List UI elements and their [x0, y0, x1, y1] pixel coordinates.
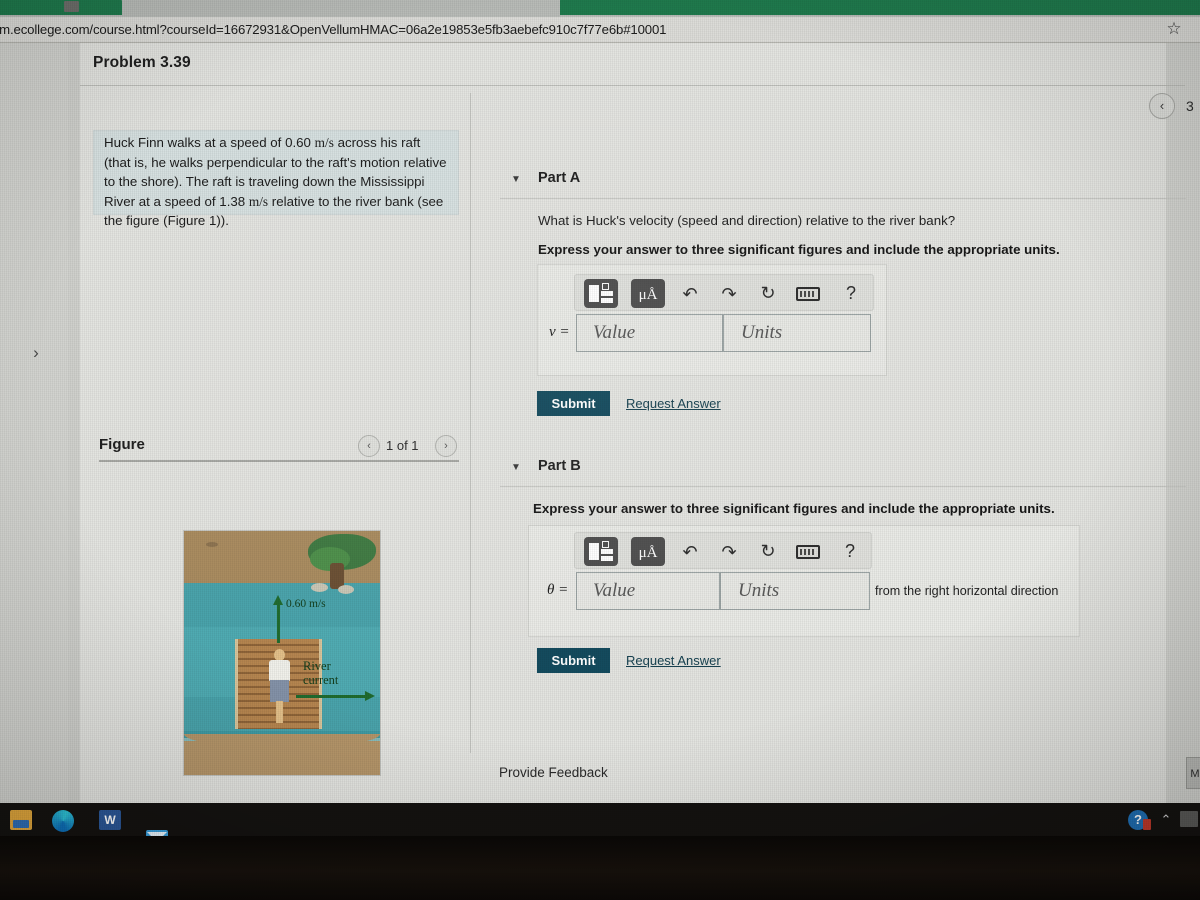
- figure-divider: [99, 460, 459, 462]
- figure-bank-rock-1: [311, 583, 328, 592]
- part-a-label: Part A: [538, 170, 581, 186]
- redo-icon[interactable]: ↷: [718, 281, 740, 307]
- part-a-value-placeholder: Value: [593, 322, 636, 343]
- figure-prev-button[interactable]: ‹: [358, 435, 380, 457]
- part-b-submit-button[interactable]: Submit: [537, 648, 610, 673]
- edge-browser-icon[interactable]: [52, 810, 74, 832]
- part-b-units-input[interactable]: Units: [720, 572, 870, 610]
- figure-current-label-line2: current: [303, 673, 339, 687]
- part-a-divider: [500, 198, 1186, 199]
- browser-tabstrip[interactable]: [0, 0, 1200, 17]
- screen-photo: um.ecollege.com/course.html?courseId=166…: [0, 0, 1200, 900]
- problem-unit-1: m/s: [314, 135, 334, 150]
- part-b-collapse-caret-icon[interactable]: ▼: [509, 461, 523, 475]
- laptop-bezel: hp: [0, 836, 1200, 900]
- reset-icon[interactable]: ↻: [757, 280, 779, 306]
- figure-current-label-line1: River: [303, 659, 331, 673]
- undo-icon[interactable]: ↶: [679, 539, 701, 565]
- problem-line-2: (that is, he walks perpendicular to the …: [104, 154, 400, 170]
- figure-bank-rock-2: [338, 585, 354, 594]
- problem-counter: 3: [1186, 98, 1194, 114]
- figure-counter: 1 of 1: [386, 438, 419, 453]
- figure-walk-velocity-arrow: [273, 595, 283, 643]
- browser-tab-right[interactable]: [560, 0, 1200, 15]
- part-a-collapse-caret-icon[interactable]: ▼: [509, 173, 523, 187]
- figure-heading: Figure: [99, 436, 145, 453]
- redo-icon[interactable]: ↷: [718, 539, 740, 565]
- word-icon[interactable]: W: [99, 810, 121, 830]
- part-b-units-placeholder: Units: [738, 580, 780, 601]
- problem-unit-2: m/s: [248, 193, 269, 209]
- page-background: › Problem 3.39 ‹ 3 Huck Finn walks at a …: [0, 43, 1200, 827]
- figure-current-label: River current: [303, 659, 338, 687]
- part-b-trailing-text: from the right horizontal direction: [875, 584, 1059, 598]
- part-b-value-input[interactable]: Value: [576, 572, 720, 610]
- file-explorer-icon[interactable]: [10, 810, 32, 830]
- part-a-variable-label: v =: [549, 324, 570, 340]
- part-a-units-input[interactable]: Units: [723, 314, 871, 352]
- part-b-instruction: Express your answer to three significant…: [533, 501, 1055, 516]
- problem-line-5-post: )).: [216, 213, 229, 228]
- star-icon[interactable]: ☆: [1164, 19, 1184, 39]
- figure-bottom-bank: [184, 734, 380, 775]
- undo-icon[interactable]: ↶: [679, 281, 701, 307]
- side-panel-tab[interactable]: M: [1186, 757, 1200, 789]
- part-a-submit-button[interactable]: Submit: [537, 391, 610, 416]
- notification-badge: [1143, 819, 1151, 830]
- problem-statement-text: Huck Finn walks at a speed of 0.60 m/s a…: [104, 133, 449, 231]
- keyboard-icon[interactable]: [796, 287, 820, 301]
- figure-person-body: [269, 660, 290, 681]
- previous-problem-button[interactable]: ‹: [1149, 93, 1175, 119]
- figure-person-legs: [270, 680, 289, 702]
- part-a-instruction: Express your answer to three significant…: [538, 242, 1060, 257]
- browser-tab-left[interactable]: [0, 0, 122, 15]
- windows-taskbar[interactable]: W ? ⌃: [0, 803, 1200, 850]
- part-a-value-input[interactable]: Value: [576, 314, 723, 352]
- problem-line-4b: relative to the: [268, 193, 352, 209]
- part-b-variable-label: θ =: [547, 582, 569, 598]
- part-a-units-placeholder: Units: [741, 322, 783, 343]
- math-template-icon[interactable]: [584, 537, 618, 566]
- units-mua-icon[interactable]: μÅ: [631, 537, 665, 566]
- part-a-question: What is Huck's velocity (speed and direc…: [538, 213, 956, 228]
- figure-illustration[interactable]: 0.60 m/s River current: [183, 530, 381, 776]
- page-title: Problem 3.39: [93, 54, 191, 71]
- problem-line-1: Huck Finn walks at a speed of 0.60: [104, 135, 315, 150]
- figure-1-link[interactable]: Figure 1: [168, 213, 217, 228]
- card-left-gutter: [68, 43, 80, 803]
- part-b-request-answer-link[interactable]: Request Answer: [626, 653, 721, 668]
- part-b-divider: [500, 486, 1186, 487]
- provide-feedback-link[interactable]: Provide Feedback: [499, 765, 608, 780]
- column-divider: [470, 93, 471, 753]
- tab-favicon-icon: [64, 1, 79, 12]
- part-a-toolbar: μÅ ↶ ↷ ↻ ?: [574, 274, 874, 311]
- figure-current-arrow: [296, 691, 375, 701]
- tray-misc-icon[interactable]: [1180, 811, 1198, 827]
- expand-rail-chevron-icon[interactable]: ›: [28, 343, 44, 363]
- figure-speed-label: 0.60 m/s: [286, 598, 326, 610]
- math-template-icon[interactable]: [584, 279, 618, 308]
- figure-person-feet: [276, 701, 283, 723]
- url-text[interactable]: um.ecollege.com/course.html?courseId=166…: [0, 17, 1032, 43]
- figure-next-button[interactable]: ›: [435, 435, 457, 457]
- part-b-label: Part B: [538, 458, 581, 474]
- header-divider: [80, 85, 1185, 86]
- part-a-request-answer-link[interactable]: Request Answer: [626, 396, 721, 411]
- problem-line-1b: across his raft: [333, 135, 421, 150]
- part-b-value-placeholder: Value: [593, 580, 636, 601]
- help-icon[interactable]: ?: [839, 538, 861, 564]
- help-icon[interactable]: ?: [840, 280, 862, 306]
- reset-icon[interactable]: ↻: [757, 538, 779, 564]
- units-mua-icon[interactable]: μÅ: [631, 279, 665, 308]
- show-hidden-icons-chevron-icon[interactable]: ⌃: [1158, 812, 1174, 828]
- part-b-toolbar: μÅ ↶ ↷ ↻ ?: [574, 532, 872, 569]
- figure-rock-icon: [206, 542, 218, 547]
- keyboard-icon[interactable]: [796, 545, 820, 559]
